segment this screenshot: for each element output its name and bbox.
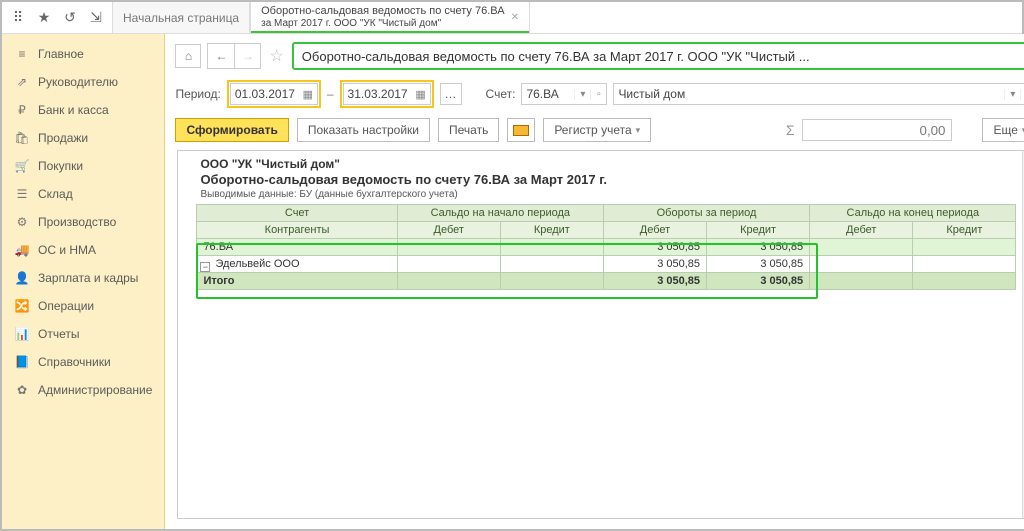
report-area: ООО "УК "Чистый дом" Оборотно-сальдовая …	[177, 150, 1024, 519]
favorite-icon[interactable]: ☆	[269, 46, 283, 66]
th-end: Сальдо на конец периода	[810, 205, 1016, 222]
email-button[interactable]	[507, 118, 535, 142]
th-account: Счет	[197, 205, 397, 222]
register-button[interactable]: Регистр учета▾	[543, 118, 651, 142]
report-title: Оборотно-сальдовая ведомость по счету 76…	[196, 171, 1016, 189]
stack-icon: ☰	[14, 186, 30, 202]
sidebar: ≡Главное ⇗Руководителю ₽Банк и касса 🛍Пр…	[2, 34, 165, 529]
calendar-icon[interactable]: ▦	[299, 88, 317, 101]
open-icon[interactable]: ▫	[590, 89, 606, 100]
sidebar-item-production[interactable]: ⚙Производство	[2, 208, 164, 236]
table-total-row: Итого 3 050,85 3 050,85	[197, 273, 1016, 290]
report-company: ООО "УК "Чистый дом"	[196, 157, 1016, 171]
dropdown-icon[interactable]: ▾	[1004, 89, 1020, 100]
gear-icon: ⚙	[14, 214, 30, 230]
date-to-wrap: ▦	[340, 80, 434, 108]
sidebar-item-sales[interactable]: 🛍Продажи	[2, 124, 164, 152]
top-toolbar: ⠿ ★ ↺ ⇲ Начальная страница Оборотно-саль…	[2, 2, 1022, 34]
back-button[interactable]: ←	[208, 44, 234, 68]
sidebar-item-director[interactable]: ⇗Руководителю	[2, 68, 164, 96]
table-row[interactable]: Эдельвейс ООО 3 050,85 3 050,85	[197, 256, 1016, 273]
star-icon[interactable]: ★	[36, 10, 52, 26]
close-icon[interactable]: ✕	[511, 12, 519, 23]
sidebar-item-reports[interactable]: 📊Отчеты	[2, 320, 164, 348]
collapse-icon[interactable]: −	[200, 262, 210, 272]
menu-icon: ≡	[14, 46, 30, 62]
nav-back-forward: ← →	[207, 43, 261, 69]
report-subtitle: Выводимые данные: БУ (данные бухгалтерск…	[196, 189, 1016, 204]
sum-field[interactable]	[802, 119, 952, 141]
period-picker-button[interactable]: …	[440, 83, 462, 105]
period-label: Период:	[175, 87, 220, 101]
th-turn: Обороты за период	[603, 205, 809, 222]
envelope-icon	[513, 125, 529, 136]
apps-icon[interactable]: ⠿	[10, 10, 26, 26]
shuffle-icon: 🔀	[14, 298, 30, 314]
calendar-icon[interactable]: ▦	[412, 88, 430, 101]
sidebar-item-salary[interactable]: 👤Зарплата и кадры	[2, 264, 164, 292]
bag-icon: 🛍	[14, 130, 30, 146]
th-start: Сальдо на начало периода	[397, 205, 603, 222]
report-table: Счет Сальдо на начало периода Обороты за…	[196, 204, 1016, 290]
forward-button[interactable]: →	[234, 44, 260, 68]
date-to-input[interactable]	[344, 87, 412, 101]
run-button[interactable]: Сформировать	[175, 118, 288, 142]
sigma-icon: Σ	[786, 122, 795, 138]
account-label: Счет:	[486, 87, 516, 101]
table-row[interactable]: 76.ВА 3 050,85 3 050,85	[197, 239, 1016, 256]
sidebar-item-operations[interactable]: 🔀Операции	[2, 292, 164, 320]
home-button[interactable]: ⌂	[175, 44, 201, 68]
book-icon: 📘	[14, 354, 30, 370]
sidebar-item-stock[interactable]: ☰Склад	[2, 180, 164, 208]
chevron-down-icon: ▾	[636, 125, 641, 136]
date-from-wrap: ▦	[227, 80, 321, 108]
person-icon: 👤	[14, 270, 30, 286]
chart-icon: 📊	[14, 326, 30, 342]
settings-icon: ✿	[14, 382, 30, 398]
more-button[interactable]: Еще▾	[982, 118, 1024, 142]
sidebar-item-catalogs[interactable]: 📘Справочники	[2, 348, 164, 376]
open-icon[interactable]: ▫	[1020, 89, 1024, 100]
print-button[interactable]: Печать	[438, 118, 499, 142]
ruble-icon: ₽	[14, 102, 30, 118]
sidebar-item-main[interactable]: ≡Главное	[2, 40, 164, 68]
tab-home[interactable]: Начальная страница	[112, 2, 250, 33]
account-combo[interactable]: ▾ ▫	[521, 83, 607, 105]
arrow-up-right-icon: ⇗	[14, 74, 30, 90]
page-title: Оборотно-сальдовая ведомость по счету 76…	[292, 42, 1024, 70]
settings-button[interactable]: Показать настройки	[297, 118, 430, 142]
dropdown-icon[interactable]: ▾	[574, 89, 590, 100]
pin-icon[interactable]: ⇲	[88, 10, 104, 26]
date-from-input[interactable]	[231, 87, 299, 101]
th-contr: Контрагенты	[197, 222, 397, 239]
account-input[interactable]	[522, 87, 574, 101]
sidebar-item-os[interactable]: 🚚ОС и НМА	[2, 236, 164, 264]
sidebar-item-purchases[interactable]: 🛒Покупки	[2, 152, 164, 180]
org-input[interactable]	[614, 87, 1004, 101]
org-combo[interactable]: ▾ ▫	[613, 83, 1024, 105]
sidebar-item-bank[interactable]: ₽Банк и касса	[2, 96, 164, 124]
tab-report[interactable]: Оборотно-сальдовая ведомость по счету 76…	[250, 2, 530, 33]
sidebar-item-admin[interactable]: ✿Администрирование	[2, 376, 164, 404]
truck-icon: 🚚	[14, 242, 30, 258]
cart-icon: 🛒	[14, 158, 30, 174]
history-icon[interactable]: ↺	[62, 10, 78, 26]
